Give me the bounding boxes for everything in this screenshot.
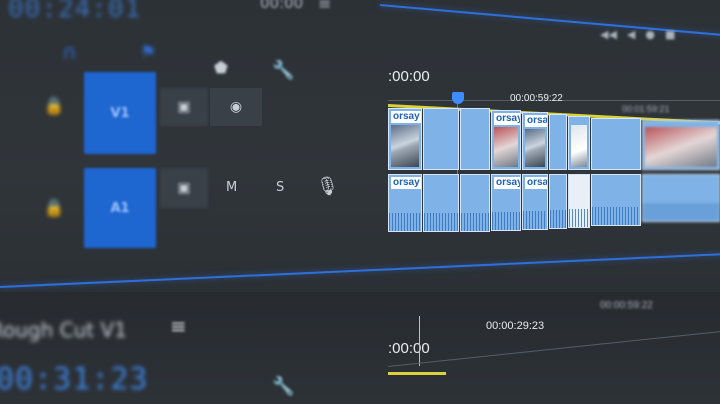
audio-clip[interactable] — [423, 174, 459, 232]
ruler-mid-time: 00:00:59:22 — [510, 93, 563, 104]
audio-clip[interactable]: orsay — [491, 174, 521, 231]
add-marker-icon[interactable]: ■ — [665, 28, 675, 41]
marker-toggle-icon[interactable]: ⬟ — [214, 58, 228, 77]
marker-icon[interactable]: ● — [645, 28, 655, 41]
track-label: A1 — [110, 200, 130, 216]
wrench-icon[interactable]: 🔧 — [272, 376, 294, 397]
clip-thumbnail — [571, 125, 587, 167]
audio-waveform — [461, 213, 489, 231]
sync-lock-icon[interactable]: ▣ — [160, 88, 208, 126]
video-clip[interactable] — [460, 108, 490, 170]
ruler-start-time: :00:00 — [388, 68, 430, 85]
track-target-a1[interactable]: A1 — [84, 168, 156, 248]
go-to-in-icon[interactable]: ◀◀ — [600, 28, 617, 41]
audio-waveform — [643, 203, 719, 221]
track-target-v1[interactable]: V1 — [84, 72, 156, 154]
audio-waveform — [424, 213, 458, 231]
clip-label: orsay — [391, 111, 421, 123]
lock-icon[interactable]: 🔒 — [44, 198, 64, 217]
video-clip[interactable]: orsay — [491, 110, 521, 170]
audio-clip[interactable] — [460, 174, 490, 232]
work-area-bar[interactable] — [388, 372, 446, 375]
wrench-icon[interactable]: 🔧 — [272, 60, 294, 81]
video-clip[interactable] — [591, 118, 641, 170]
playhead-line — [419, 316, 420, 366]
video-clip[interactable] — [423, 108, 459, 170]
transport-controls: ◀◀ ◀ ● ■ — [600, 28, 675, 41]
video-clip[interactable]: orsa — [522, 112, 548, 170]
audio-clip[interactable]: orsa — [522, 174, 548, 230]
top-menu-icon[interactable]: ≡ — [318, 0, 331, 13]
audio-waveform — [389, 213, 421, 231]
clip-thumbnail — [494, 127, 518, 167]
top-edge-mark: 00:00 — [260, 0, 304, 12]
ruler-start-time: :00:00 — [388, 340, 430, 357]
lock-icon[interactable]: 🔒 — [44, 96, 64, 115]
mute-button[interactable]: M — [226, 180, 237, 195]
audio-clip[interactable] — [591, 174, 641, 226]
microphone-icon[interactable]: 🎙 — [316, 176, 339, 197]
step-back-icon[interactable]: ◀ — [627, 28, 635, 41]
clip-label: orsa — [525, 115, 547, 127]
ruler-mid-time: 00:00:29:23 — [486, 320, 545, 332]
clip-thumbnail — [525, 129, 545, 167]
clip-label: orsay — [391, 177, 421, 189]
playhead-handle[interactable] — [452, 92, 464, 104]
audio-clip[interactable] — [568, 174, 590, 228]
video-track-v1[interactable]: orsay orsay orsa — [388, 108, 720, 172]
audio-waveform — [569, 209, 589, 227]
video-clip[interactable] — [549, 114, 567, 170]
audio-clip[interactable] — [642, 174, 720, 222]
linked-selection-icon[interactable]: ⚑ — [140, 42, 156, 63]
sync-lock-icon[interactable]: ▣ — [160, 168, 208, 208]
clip-label: orsay — [494, 113, 520, 125]
audio-waveform — [592, 207, 640, 225]
timecode-display[interactable]: 00:24:01 — [8, 0, 141, 24]
clip-thumbnail — [645, 127, 717, 167]
audio-waveform — [550, 210, 566, 228]
video-clip[interactable]: orsay — [388, 108, 422, 170]
clip-thumbnail — [391, 125, 419, 167]
snap-icon[interactable]: ∩ — [62, 40, 77, 64]
clip-label: orsa — [525, 177, 547, 189]
track-label: V1 — [110, 105, 130, 121]
video-clip[interactable] — [642, 120, 720, 170]
audio-track-a1[interactable]: orsay orsay orsa — [388, 174, 720, 232]
audio-waveform — [492, 212, 520, 230]
eye-icon[interactable]: ◉ — [210, 88, 262, 126]
audio-clip[interactable]: orsay — [388, 174, 422, 232]
video-clip[interactable] — [568, 116, 590, 170]
panel-menu-icon[interactable]: ≡ — [170, 314, 187, 338]
solo-button[interactable]: S — [276, 180, 284, 195]
timecode-display[interactable]: 00:31:23 — [0, 362, 149, 397]
sequence-title[interactable]: Rough Cut V1 — [0, 318, 127, 342]
ruler-right-time: 00:00:59:22 — [600, 300, 653, 311]
audio-waveform — [523, 211, 547, 229]
clip-label: orsay — [494, 177, 520, 189]
audio-clip[interactable] — [549, 174, 567, 229]
